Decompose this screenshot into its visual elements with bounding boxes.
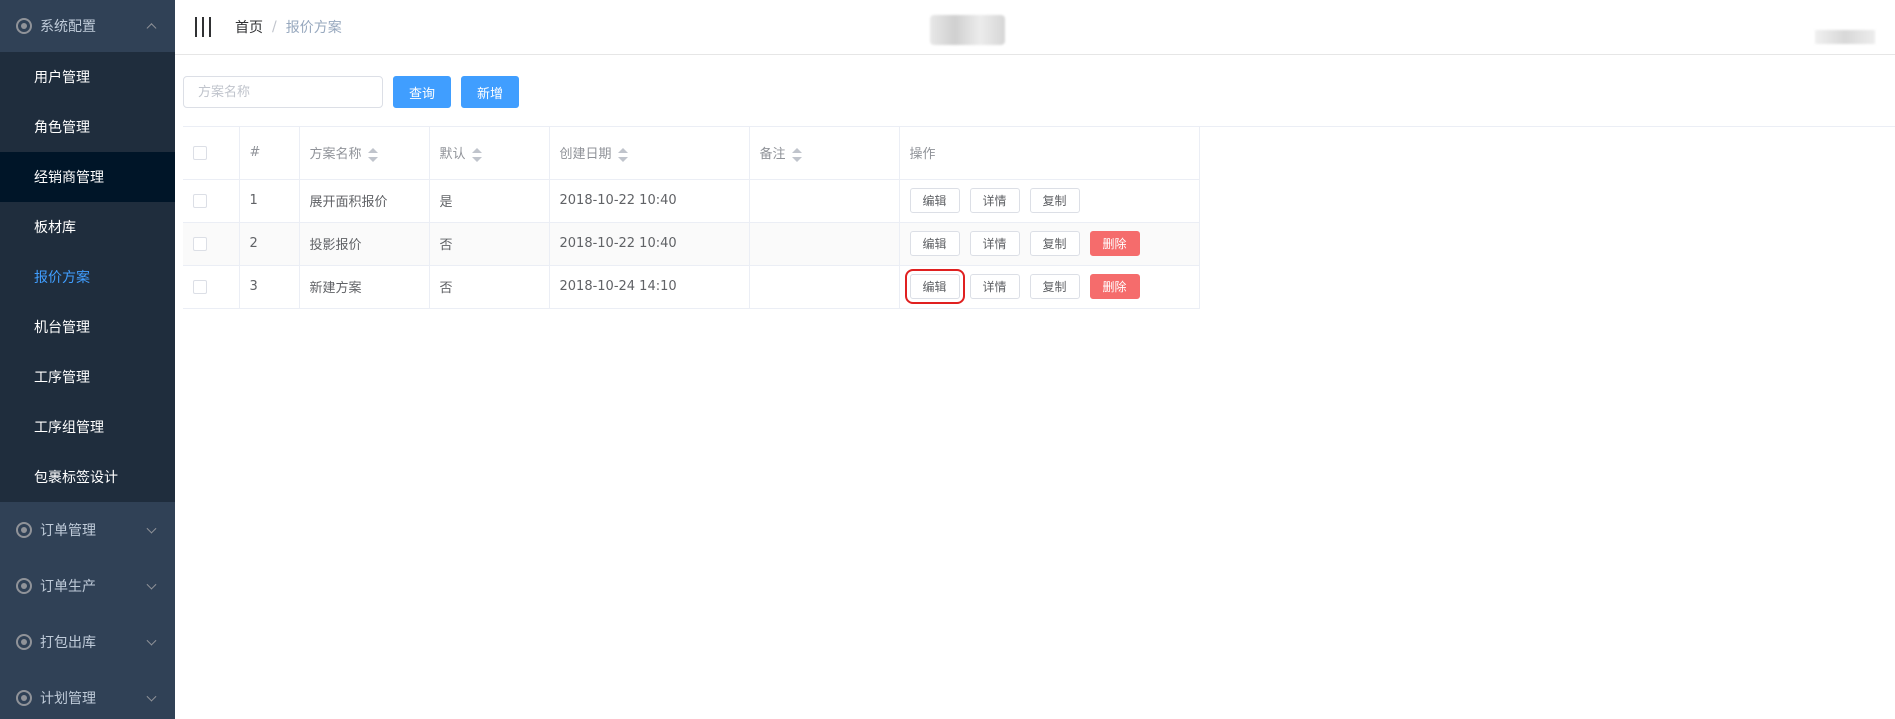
menu-label: 打包出库 xyxy=(40,635,96,651)
hamburger-icon[interactable] xyxy=(195,17,213,37)
row-select-cell xyxy=(183,265,240,309)
edit-button[interactable]: 编辑 xyxy=(904,269,965,304)
row-select-cell xyxy=(183,179,240,223)
breadcrumb: 首页 / 报价方案 xyxy=(235,17,342,37)
copy-button[interactable]: 复制 xyxy=(1029,231,1080,256)
row-select-cell xyxy=(183,222,240,266)
chevron-down-icon xyxy=(146,579,157,590)
delete-button[interactable]: 删除 xyxy=(1089,231,1140,256)
menu-label: 计划管理 xyxy=(40,691,96,707)
cell-created: 2018-10-22 10:40 xyxy=(549,222,750,266)
sidebar-item-boards[interactable]: 板材库 xyxy=(0,202,175,252)
column-header-created[interactable]: 创建日期 xyxy=(549,127,750,180)
copy-button[interactable]: 复制 xyxy=(1029,274,1080,299)
header-select-cell xyxy=(183,127,240,180)
column-header-name[interactable]: 方案名称 xyxy=(299,127,430,180)
sort-icon[interactable] xyxy=(791,147,802,162)
query-button[interactable]: 查询 xyxy=(393,76,452,108)
menu-order-management[interactable]: 订单管理 xyxy=(0,502,175,558)
column-header-default[interactable]: 默认 xyxy=(429,127,550,180)
copy-button[interactable]: 复制 xyxy=(1029,188,1080,213)
cell-actions: 编辑 详情 复制 xyxy=(899,179,1200,223)
cell-remark xyxy=(749,265,900,309)
cell-default: 否 xyxy=(429,265,550,309)
sort-icon[interactable] xyxy=(367,147,378,162)
table-header-row: # 方案名称 默认 创建日期 备注 操作 xyxy=(183,127,1200,180)
sidebar-item-machines[interactable]: 机台管理 xyxy=(0,302,175,352)
chevron-down-icon xyxy=(146,523,157,534)
cell-created: 2018-10-22 10:40 xyxy=(549,179,750,223)
chevron-up-icon xyxy=(146,23,157,34)
sidebar-item-dealers[interactable]: 经销商管理 xyxy=(0,152,175,202)
column-header-actions: 操作 xyxy=(899,127,1200,180)
filter-toolbar: 查询 新增 xyxy=(183,76,520,108)
cell-actions: 编辑 详情 复制 删除 xyxy=(899,222,1200,266)
cell-default: 否 xyxy=(429,222,550,266)
settings-icon xyxy=(16,634,32,650)
menu-label: 订单管理 xyxy=(40,523,96,539)
cell-name: 展开面积报价 xyxy=(299,179,430,223)
cell-index: 1 xyxy=(239,179,300,223)
breadcrumb-separator: / xyxy=(272,19,277,35)
menu-order-production[interactable]: 订单生产 xyxy=(0,558,175,614)
column-label: 默认 xyxy=(439,147,466,163)
settings-icon xyxy=(16,690,32,706)
column-label: 创建日期 xyxy=(559,147,612,163)
chevron-down-icon xyxy=(146,635,157,646)
table-row: 2 投影报价 否 2018-10-22 10:40 编辑 详情 复制 删除 xyxy=(183,222,1200,266)
quote-plan-table: # 方案名称 默认 创建日期 备注 操作 1 展开面积报价 是 2018-10-… xyxy=(183,126,1895,309)
cell-index: 3 xyxy=(239,265,300,309)
cell-default: 是 xyxy=(429,179,550,223)
cell-remark xyxy=(749,222,900,266)
column-label: 方案名称 xyxy=(309,147,362,163)
menu-system-config[interactable]: 系统配置 xyxy=(0,0,175,52)
row-checkbox[interactable] xyxy=(193,236,207,251)
breadcrumb-current: 报价方案 xyxy=(285,20,342,36)
sidebar-item-process-groups[interactable]: 工序组管理 xyxy=(0,402,175,452)
cell-created: 2018-10-24 14:10 xyxy=(549,265,750,309)
cell-actions: 编辑 详情 复制 删除 xyxy=(899,265,1200,309)
top-navbar: 首页 / 报价方案 xyxy=(175,0,1895,55)
submenu-system-config: 用户管理 角色管理 经销商管理 板材库 报价方案 机台管理 工序管理 工序组管理… xyxy=(0,52,175,502)
detail-button[interactable]: 详情 xyxy=(969,231,1020,256)
menu-plan-management[interactable]: 计划管理 xyxy=(0,670,175,719)
cell-name: 投影报价 xyxy=(299,222,430,266)
detail-button[interactable]: 详情 xyxy=(969,188,1020,213)
sidebar-item-package-labels[interactable]: 包裹标签设计 xyxy=(0,452,175,502)
settings-icon xyxy=(16,18,32,34)
sidebar-item-quote-plans[interactable]: 报价方案 xyxy=(0,252,175,302)
select-all-checkbox[interactable] xyxy=(193,145,207,160)
settings-icon xyxy=(16,578,32,594)
plan-name-search-input[interactable] xyxy=(183,76,383,108)
cell-remark xyxy=(749,179,900,223)
breadcrumb-home[interactable]: 首页 xyxy=(235,17,263,37)
sidebar-item-processes[interactable]: 工序管理 xyxy=(0,352,175,402)
blurred-logo xyxy=(930,15,1005,45)
table-row: 3 新建方案 否 2018-10-24 14:10 编辑 详情 复制 删除 xyxy=(183,265,1200,309)
delete-button[interactable]: 删除 xyxy=(1089,274,1140,299)
column-header-index: # xyxy=(239,127,300,180)
settings-icon xyxy=(16,522,32,538)
sort-icon[interactable] xyxy=(617,147,628,162)
blurred-user-info[interactable] xyxy=(1815,30,1875,44)
edit-button[interactable]: 编辑 xyxy=(909,231,960,256)
add-button[interactable]: 新增 xyxy=(461,76,520,108)
row-checkbox[interactable] xyxy=(193,279,207,294)
sidebar-item-roles[interactable]: 角色管理 xyxy=(0,102,175,152)
table-row: 1 展开面积报价 是 2018-10-22 10:40 编辑 详情 复制 xyxy=(183,179,1200,223)
chevron-down-icon xyxy=(146,691,157,702)
menu-label: 订单生产 xyxy=(40,579,96,595)
menu-packing-outbound[interactable]: 打包出库 xyxy=(0,614,175,670)
sidebar: 系统配置 用户管理 角色管理 经销商管理 板材库 报价方案 机台管理 工序管理 … xyxy=(0,0,175,719)
edit-button[interactable]: 编辑 xyxy=(909,188,960,213)
menu-label: 系统配置 xyxy=(40,19,96,35)
cell-name: 新建方案 xyxy=(299,265,430,309)
sort-icon[interactable] xyxy=(471,147,482,162)
column-header-remark[interactable]: 备注 xyxy=(749,127,900,180)
detail-button[interactable]: 详情 xyxy=(969,274,1020,299)
row-checkbox[interactable] xyxy=(193,193,207,208)
cell-index: 2 xyxy=(239,222,300,266)
column-label: 备注 xyxy=(759,147,786,163)
sidebar-item-users[interactable]: 用户管理 xyxy=(0,52,175,102)
